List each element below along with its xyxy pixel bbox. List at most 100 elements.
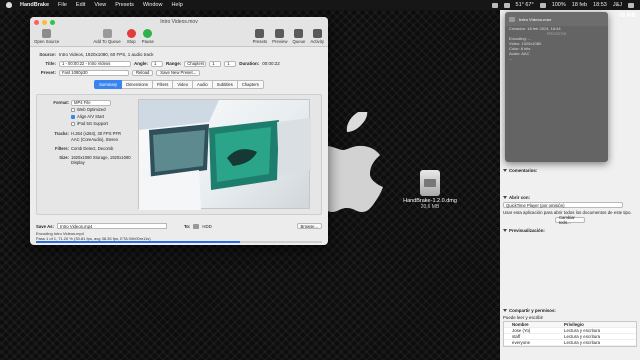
presets-button[interactable]: Presets (253, 29, 267, 44)
tab-filters[interactable]: Filters (152, 80, 174, 89)
angle-select[interactable]: 1 (151, 60, 163, 67)
activity-button[interactable]: Activity (310, 29, 324, 44)
preset-select[interactable]: Fast 1080p30 (59, 69, 129, 76)
apple-menu-icon[interactable] (6, 2, 12, 8)
reload-button[interactable]: Reload (132, 69, 154, 76)
presets-icon (255, 29, 265, 38)
stop-button[interactable]: Stop (126, 29, 136, 44)
disclosure-icon[interactable] (503, 309, 507, 312)
sharing-section: Compartir y permisos: Puede leer y escri… (503, 308, 637, 347)
menu-window[interactable]: Window (143, 2, 163, 8)
menu-edit[interactable]: Edit (76, 2, 85, 8)
minimize-button[interactable] (42, 19, 47, 25)
checkbox-web-optimized[interactable]: Web Optimized (41, 106, 141, 113)
tracks-audio-row: AAC (CoreAudio), Stereo (41, 137, 141, 143)
encode-status: Encoding Intro Videos.mp4 Pass 1 of 1, 7… (36, 231, 151, 241)
range-from[interactable]: 1 (209, 60, 222, 67)
filters-row: Filters: Comb Detect, Decomb (41, 146, 141, 152)
add-to-queue-button[interactable]: Add To Queue (93, 29, 121, 44)
preview-label: Previsualización: (509, 228, 545, 233)
temperature[interactable]: 51° 67° (516, 2, 534, 8)
size-label: Size: (59, 155, 69, 160)
tab-dimensions[interactable]: Dimensions (122, 80, 153, 89)
perm-privilege[interactable]: Lectura y escritura (564, 340, 600, 345)
source-row: Source: Intro Videos, 1920x1080, 60 FPS,… (36, 50, 322, 59)
web-optimized-checkbox[interactable] (71, 107, 75, 112)
perm-privilege[interactable]: Lectura y escritura (564, 334, 600, 339)
open-source-button[interactable]: Open Source (34, 29, 59, 44)
wifi-icon[interactable] (539, 2, 546, 8)
close-button[interactable] (34, 19, 39, 25)
perm-privilege[interactable]: Lectura y escritura (564, 328, 600, 333)
checkbox-align-av[interactable]: Align A/V Start (41, 113, 141, 120)
status-icon[interactable] (503, 2, 510, 8)
open-with-select[interactable]: QuickTime Player (por omisión) (503, 202, 623, 208)
disclosure-icon[interactable] (503, 229, 507, 232)
ipod-checkbox[interactable] (71, 121, 75, 126)
preview-image[interactable] (138, 99, 311, 210)
status-area: 51° 67° 100% 18 feb 18:53 J&J (491, 2, 634, 8)
encode-progress-bar (36, 241, 322, 243)
disclosure-icon[interactable] (503, 169, 507, 172)
menu-file[interactable]: File (58, 2, 67, 8)
status-icon[interactable] (491, 2, 498, 8)
format-select[interactable]: MP4 File (71, 99, 111, 106)
clock[interactable]: 18:53 (593, 2, 607, 8)
menu-help[interactable]: Help (171, 2, 182, 8)
format-label: Format: (53, 100, 69, 105)
tab-chapters[interactable]: Chapters (237, 80, 264, 89)
column-name: Nombre (512, 322, 529, 327)
tab-summary[interactable]: Summary (94, 80, 123, 89)
add-to-queue-label: Add To Queue (93, 39, 121, 44)
menu-presets[interactable]: Presets (115, 2, 134, 8)
destination-value[interactable]: HDD (202, 224, 211, 229)
zoom-button[interactable] (50, 19, 55, 25)
user-name[interactable]: J&J (613, 2, 622, 8)
queue-label: Queue (292, 39, 306, 44)
perm-name: staff (512, 334, 521, 339)
menubar: HandBrake File Edit View Presets Window … (0, 0, 640, 10)
align-av-label: Align A/V Start (77, 114, 104, 119)
toolbar: Open Source Add To Queue Stop Pause Pres… (30, 27, 328, 47)
tab-subtitles[interactable]: Subtitles (212, 80, 238, 89)
menu-view[interactable]: View (94, 2, 106, 8)
tab-audio[interactable]: Audio (193, 80, 213, 89)
tab-video[interactable]: Video (173, 80, 194, 89)
sharing-label: Compartir y permisos: (509, 308, 556, 313)
title-label: Title: (45, 61, 56, 66)
battery[interactable]: 100% (552, 2, 566, 8)
queue-button[interactable]: Queue (292, 29, 305, 44)
save-new-preset-button[interactable]: Save New Preset... (156, 69, 201, 76)
titlebar[interactable]: Intro Videos.mov (30, 17, 328, 27)
range-to[interactable]: 1 (224, 60, 237, 67)
align-av-checkbox[interactable] (71, 114, 75, 119)
filters-label: Filters: (55, 146, 69, 151)
spotlight-icon[interactable] (628, 2, 634, 8)
activity-window[interactable]: Intro Videos.mov Creación: 18 feb 2019, … (505, 12, 608, 162)
pause-button[interactable]: Pause (142, 29, 154, 44)
browse-button[interactable]: Browse... (296, 223, 322, 229)
pause-icon (143, 29, 153, 38)
sharing-note: Puede leer y escribir (503, 315, 544, 320)
preset-row: Preset: Fast 1080p30 Reload Save New Pre… (36, 68, 322, 77)
table-row[interactable]: everyone Lectura y escritura (504, 340, 636, 346)
size-value: 1920x1080 Storage, 1920x1080 Display (71, 155, 131, 165)
preview-button[interactable]: Preview (272, 29, 287, 44)
movie-file-icon (509, 16, 515, 22)
summary-pane: Format: MP4 File Web Optimized Align A/V… (36, 94, 322, 215)
activity-icon (312, 29, 322, 38)
tracks-audio: AAC (CoreAudio), Stereo (71, 137, 119, 142)
open-source-label: Open Source (34, 39, 60, 44)
change-all-button[interactable]: Cambiar todo... (555, 215, 585, 225)
comments-section: Comentarios: (503, 168, 637, 173)
source-value: Intro Videos, 1920x1080, 60 FPS, 1 audio… (59, 52, 154, 57)
menu-app[interactable]: HandBrake (20, 2, 49, 8)
checkbox-ipod[interactable]: iPod 5G Support (41, 120, 141, 127)
perm-name: everyone (512, 340, 531, 345)
title-select[interactable]: 1 - 00:00:22 - Intro Videos (59, 60, 131, 67)
desktop-file-dmg[interactable]: HandBrake-1.2.0.dmg 20,6 MB (398, 170, 462, 210)
disclosure-icon[interactable] (503, 196, 507, 199)
save-as-input[interactable]: Intro Videos.mp4 (57, 223, 167, 229)
range-select[interactable]: Chapters (184, 60, 207, 67)
date[interactable]: 18 feb (572, 2, 587, 8)
